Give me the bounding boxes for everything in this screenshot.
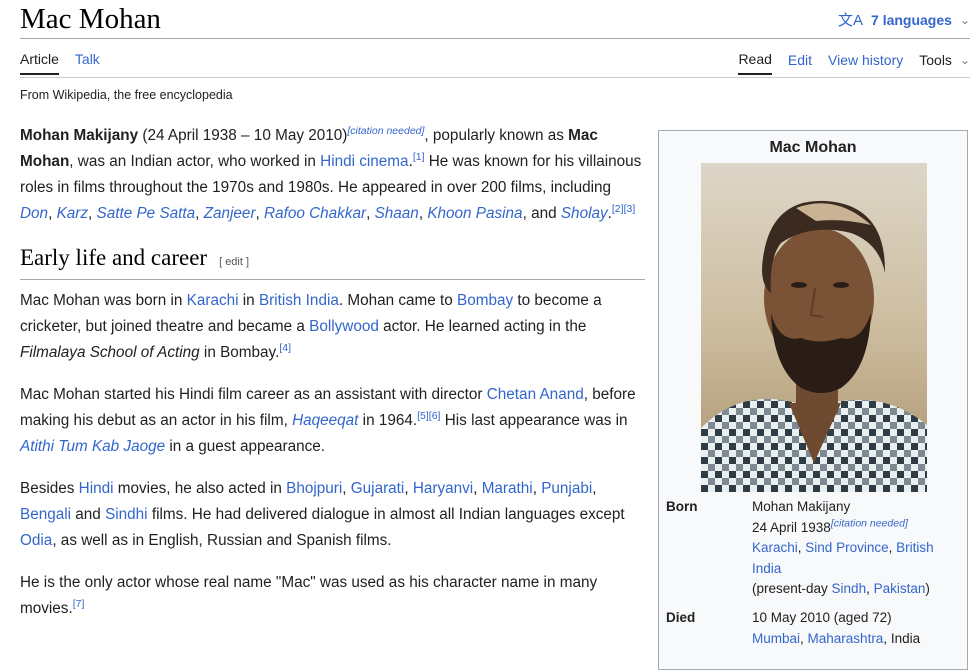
school-name: Filmalaya School of Acting: [20, 344, 200, 361]
link-bengali[interactable]: Bengali: [20, 506, 71, 523]
ref-link[interactable]: [4]: [279, 342, 291, 354]
tools-menu[interactable]: Tools ⌄: [919, 52, 970, 74]
citation-needed-link[interactable]: [citation needed]: [347, 125, 424, 137]
infobox-title: Mac Mohan: [769, 139, 857, 156]
infobox-row-died: Died 10 May 2010 (aged 72) Mumbai, Mahar…: [666, 608, 963, 649]
link-film-rafoo-chakkar[interactable]: Rafoo Chakkar: [264, 205, 366, 222]
site-tagline: From Wikipedia, the free encyclopedia: [20, 88, 233, 102]
subject-name: Mohan Makijany: [20, 127, 139, 144]
title-divider: [20, 38, 970, 39]
link-pakistan[interactable]: Pakistan: [874, 581, 926, 596]
link-bombay[interactable]: Bombay: [457, 292, 513, 309]
link-film-satte-pe-satta[interactable]: Satte Pe Satta: [97, 205, 196, 222]
tabs-divider: [20, 77, 970, 78]
link-film-sholay[interactable]: Sholay: [561, 205, 608, 222]
died-value: 10 May 2010 (aged 72) Mumbai, Maharashtr…: [752, 610, 921, 646]
born-label: Born: [666, 499, 698, 514]
link-gujarati[interactable]: Gujarati: [351, 480, 405, 497]
chevron-down-icon: ⌄: [959, 53, 970, 67]
career-paragraph-4: He is the only actor whose real name "Ma…: [20, 574, 598, 617]
career-paragraph-1: Mac Mohan was born in Karachi in British…: [20, 292, 602, 361]
tab-read[interactable]: Read: [738, 51, 772, 75]
link-film-haqeeqat[interactable]: Haqeeqat: [292, 412, 358, 429]
tab-talk[interactable]: Talk: [75, 51, 100, 75]
intro-paragraph: Mohan Makijany (24 April 1938 – 10 May 2…: [20, 124, 642, 222]
citation-needed-link[interactable]: [citation needed]: [831, 517, 908, 529]
chevron-down-icon: ⌄: [959, 12, 970, 27]
link-sind-province[interactable]: Sind Province: [805, 540, 888, 555]
tab-article[interactable]: Article: [20, 51, 59, 75]
link-film-karz[interactable]: Karz: [57, 205, 88, 222]
link-mumbai[interactable]: Mumbai: [752, 631, 800, 646]
link-film-khoon-pasina[interactable]: Khoon Pasina: [427, 205, 522, 222]
languages-label: 7 languages: [871, 11, 952, 28]
link-film-don[interactable]: Don: [20, 205, 48, 222]
portrait-illustration: [701, 163, 927, 492]
link-film-shaan[interactable]: Shaan: [375, 205, 419, 222]
link-sindh[interactable]: Sindh: [832, 581, 867, 596]
link-karachi[interactable]: Karachi: [187, 292, 239, 309]
page-title: Mac Mohan: [20, 3, 161, 35]
link-sindhi[interactable]: Sindhi: [105, 506, 148, 523]
link-haryanvi[interactable]: Haryanvi: [413, 480, 473, 497]
link-bhojpuri[interactable]: Bhojpuri: [286, 480, 342, 497]
link-film-atithi[interactable]: Atithi Tum Kab Jaoge: [20, 438, 165, 455]
tab-view-history[interactable]: View history: [828, 52, 903, 74]
career-paragraph-2: Mac Mohan started his Hindi film career …: [20, 386, 636, 455]
link-chetan-anand[interactable]: Chetan Anand: [487, 386, 584, 403]
infobox: Mac Mohan Born Mohan Makijany 24 April 1…: [658, 130, 968, 670]
namespace-tabs: Article Talk: [20, 51, 100, 75]
section-title: Early life and career: [20, 245, 208, 270]
career-paragraph-3: Besides Hindi movies, he also acted in B…: [20, 480, 625, 549]
tools-label: Tools: [919, 52, 952, 68]
link-karachi[interactable]: Karachi: [752, 540, 798, 555]
link-film-zanjeer[interactable]: Zanjeer: [204, 205, 256, 222]
link-odia[interactable]: Odia: [20, 532, 52, 549]
link-bollywood[interactable]: Bollywood: [309, 318, 379, 335]
link-british-india[interactable]: British India: [259, 292, 339, 309]
ref-link[interactable]: [2][3]: [612, 203, 635, 215]
died-label: Died: [666, 610, 696, 625]
link-hindi[interactable]: Hindi: [79, 480, 114, 497]
link-marathi[interactable]: Marathi: [482, 480, 533, 497]
ref-link[interactable]: [1]: [413, 151, 425, 163]
born-value: Mohan Makijany 24 April 1938[citation ne…: [752, 499, 934, 596]
link-maharashtra[interactable]: Maharashtra: [808, 631, 884, 646]
ref-link[interactable]: [7]: [73, 598, 85, 610]
portrait-photo[interactable]: [701, 163, 927, 492]
section-heading: Early life and career [ edit ]: [20, 243, 645, 280]
translate-icon: 文A: [838, 12, 864, 29]
infobox-row-born: Born Mohan Makijany 24 April 1938[citati…: [666, 497, 963, 600]
article-body: Mohan Makijany (24 April 1938 – 10 May 2…: [20, 123, 645, 638]
link-punjabi[interactable]: Punjabi: [541, 480, 592, 497]
tab-edit[interactable]: Edit: [788, 52, 812, 74]
languages-button[interactable]: 文A 7 languages ⌄: [838, 9, 970, 30]
view-tabs: Read Edit View history Tools ⌄: [738, 51, 970, 75]
section-edit-link[interactable]: [ edit ]: [219, 249, 249, 275]
ref-link[interactable]: [5][6]: [417, 410, 440, 422]
link-hindi-cinema[interactable]: Hindi cinema: [320, 153, 408, 170]
